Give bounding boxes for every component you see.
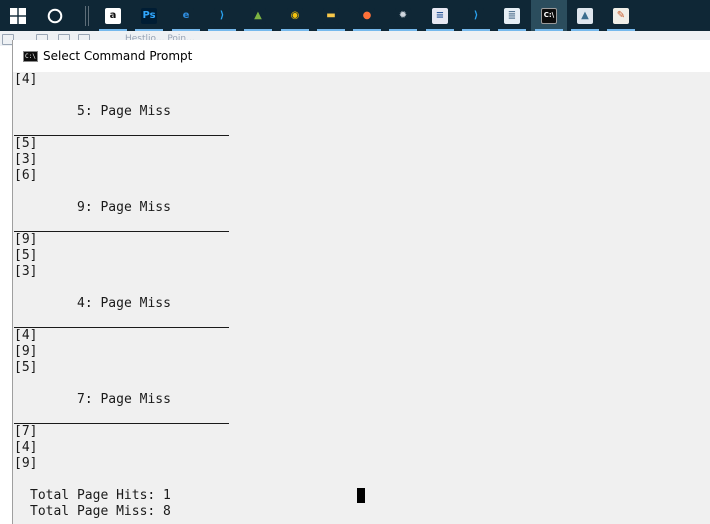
cortana-button[interactable] <box>37 0 73 31</box>
page-miss-header: 4: Page Miss <box>77 296 171 311</box>
taskbar-app-photos[interactable]: ▲ <box>567 0 603 31</box>
frame-line: [4] <box>14 328 38 343</box>
frame-line: [3] <box>14 264 38 279</box>
word-doc-icon: ≡ <box>432 7 448 24</box>
edge-icon: e <box>178 7 194 24</box>
taskbar-app-paint[interactable]: ✎ <box>603 0 639 31</box>
taskbar-app-command-prompt[interactable]: C:\ <box>531 0 567 31</box>
frame-line: [3] <box>14 152 38 167</box>
taskbar-app-file-explorer[interactable]: ▬ <box>313 0 349 31</box>
vscode-icon: ⟩ <box>214 7 230 24</box>
taskbar-app-vscode-2[interactable]: ⟩ <box>458 0 494 31</box>
notepad-icon: ≣ <box>504 7 520 24</box>
separator-line <box>14 408 229 424</box>
page-miss-header: 7: Page Miss <box>77 392 171 407</box>
frame-line: [5] <box>14 360 38 375</box>
taskbar-app-edge[interactable]: e <box>168 0 204 31</box>
command-prompt-icon: C:\ <box>23 51 38 62</box>
android-studio-icon: ▲ <box>250 7 266 24</box>
photos-icon: ▲ <box>577 7 593 24</box>
taskbar-app-settings[interactable]: ✹ <box>385 0 421 31</box>
separator-line <box>14 312 229 328</box>
separator-line <box>14 216 229 232</box>
taskbar-app-vscode[interactable]: ⟩ <box>204 0 240 31</box>
frame-line: [7] <box>14 424 38 439</box>
command-prompt-icon: C:\ <box>541 7 557 24</box>
firefox-icon: ● <box>359 7 375 24</box>
windows-logo-icon <box>10 7 26 24</box>
page-miss-header: 5: Page Miss <box>77 104 171 119</box>
text-cursor <box>357 488 365 503</box>
window-title: Select Command Prompt <box>43 49 193 63</box>
command-prompt-window[interactable]: C:\ Select Command Prompt [4] 5: Page Mis… <box>12 40 710 524</box>
title-bar[interactable]: C:\ Select Command Prompt <box>13 40 710 72</box>
taskbar-app-word-doc[interactable]: ≡ <box>422 0 458 31</box>
taskbar-app-notepad[interactable]: ≣ <box>494 0 530 31</box>
frame-line: [5] <box>14 248 38 263</box>
taskbar-app-firefox[interactable]: ● <box>349 0 385 31</box>
cortana-circle-icon <box>47 8 63 23</box>
frame-line: [5] <box>14 136 38 151</box>
frame-line: [9] <box>14 344 38 359</box>
taskbar-app-amazon[interactable]: a <box>95 0 131 31</box>
file-explorer-icon: ▬ <box>323 7 339 24</box>
page-miss-header: 9: Page Miss <box>77 200 171 215</box>
taskbar-app-photoshop[interactable]: Ps <box>131 0 167 31</box>
settings-icon: ✹ <box>395 7 411 24</box>
frame-line: [9] <box>14 232 38 247</box>
paint-icon: ✎ <box>613 7 629 24</box>
total-line: Total Page Miss: 8 <box>30 504 171 519</box>
console-output[interactable]: [4] 5: Page Miss [5] [3] [6] 9: Page Miss [9][… <box>14 72 710 524</box>
divider-icon <box>85 5 89 26</box>
chrome-icon: ◉ <box>287 7 303 24</box>
frame-line: [4] <box>14 440 38 455</box>
frame-line: [4] <box>14 72 38 87</box>
taskbar-app-chrome[interactable]: ◉ <box>277 0 313 31</box>
taskbar-app-android-studio[interactable]: ▲ <box>240 0 276 31</box>
separator-line <box>14 120 229 136</box>
frame-line: [9] <box>14 456 38 471</box>
taskbar: a Ps e ⟩ ▲ ◉ ▬ ● ✹ ≡ ⟩ ≣ C:\ ▲ ✎ <box>0 0 710 31</box>
vscode-2-icon: ⟩ <box>468 7 484 24</box>
amazon-icon: a <box>105 7 121 24</box>
frame-line: [6] <box>14 168 38 183</box>
photoshop-icon: Ps <box>141 7 157 24</box>
start-button[interactable] <box>0 0 36 31</box>
